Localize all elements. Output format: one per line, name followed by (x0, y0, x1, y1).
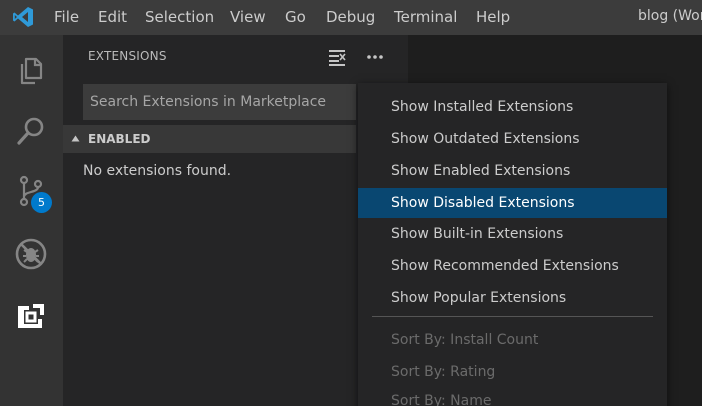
menu-item-sort-install-count: Sort By: Install Count (391, 332, 539, 348)
menu-item-show-builtin[interactable]: Show Built-in Extensions (358, 219, 667, 249)
menu-item-show-disabled[interactable]: Show Disabled Extensions (358, 188, 667, 218)
extensions-filter-menu: Show Installed Extensions Show Outdated … (358, 83, 667, 406)
menu-view[interactable]: View (230, 0, 266, 35)
activity-bar: 5 (0, 35, 63, 406)
menu-item-show-popular[interactable]: Show Popular Extensions (358, 283, 667, 313)
menu-item-show-enabled[interactable]: Show Enabled Extensions (358, 156, 667, 186)
activity-debug[interactable] (0, 223, 63, 283)
activity-extensions[interactable] (0, 286, 63, 346)
menu-item-sort-rating: Sort By: Rating (391, 364, 496, 380)
menu-help[interactable]: Help (476, 0, 510, 35)
menu-debug[interactable]: Debug (326, 0, 375, 35)
debug-icon (15, 238, 47, 270)
extensions-sidebar: EXTENSIONS ENABLED No extensions found. (63, 35, 408, 406)
menu-terminal[interactable]: Terminal (394, 0, 457, 35)
menu-separator (372, 316, 653, 317)
window-title: blog (Wor (638, 8, 702, 24)
menu-file[interactable]: File (54, 0, 79, 35)
vscode-window: File Edit Selection View Go Debug Termin… (0, 0, 702, 406)
menu-bar: File Edit Selection View Go Debug Termin… (0, 0, 702, 35)
collapse-triangle-icon (71, 135, 80, 142)
activity-source-control[interactable] (0, 160, 63, 220)
extensions-icon (18, 304, 44, 328)
more-actions-icon[interactable] (366, 48, 384, 66)
search-icon (17, 117, 44, 145)
sidebar-title: EXTENSIONS (88, 49, 167, 63)
files-icon (20, 57, 43, 85)
menu-go[interactable]: Go (285, 0, 306, 35)
menu-item-show-recommended[interactable]: Show Recommended Extensions (358, 251, 667, 281)
menu-item-show-installed[interactable]: Show Installed Extensions (358, 92, 667, 122)
menu-selection[interactable]: Selection (145, 0, 214, 35)
clear-extensions-icon[interactable] (328, 48, 346, 66)
vscode-logo-icon (13, 7, 33, 27)
activity-explorer[interactable] (0, 40, 63, 100)
section-label: ENABLED (88, 132, 151, 146)
source-control-badge: 5 (31, 192, 52, 213)
enabled-section-header[interactable]: ENABLED (63, 125, 356, 153)
extensions-search-input[interactable] (83, 84, 356, 120)
activity-search[interactable] (0, 100, 63, 160)
empty-message: No extensions found. (83, 163, 232, 179)
menu-edit[interactable]: Edit (98, 0, 127, 35)
menu-item-show-outdated[interactable]: Show Outdated Extensions (358, 124, 667, 154)
menu-item-sort-name: Sort By: Name (391, 393, 492, 406)
